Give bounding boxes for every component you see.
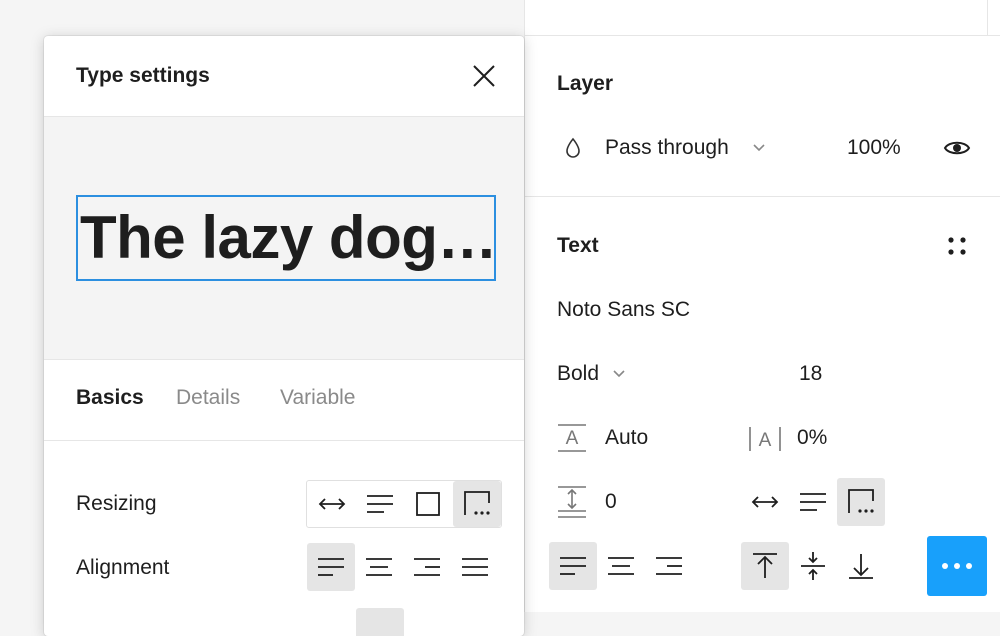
auto-width-icon[interactable] bbox=[309, 481, 355, 527]
align-justify-icon[interactable] bbox=[451, 543, 499, 591]
chevron-down-icon[interactable] bbox=[751, 140, 767, 156]
fixed-size-icon[interactable] bbox=[405, 481, 451, 527]
drop-icon[interactable] bbox=[561, 136, 585, 160]
align-bottom-icon[interactable] bbox=[837, 542, 885, 590]
auto-height-icon[interactable] bbox=[795, 484, 831, 520]
tab-details[interactable]: Details bbox=[176, 386, 240, 410]
font-family-select[interactable]: Noto Sans SC bbox=[557, 298, 690, 322]
align-middle-icon[interactable] bbox=[789, 542, 837, 590]
type-preview-area: The lazy dog… bbox=[44, 116, 524, 360]
align-center-icon[interactable] bbox=[597, 542, 645, 590]
line-height-icon: A bbox=[555, 422, 589, 454]
align-right-icon[interactable] bbox=[645, 542, 693, 590]
properties-panel: Layer Pass through 100% Text Noto Sans S… bbox=[524, 0, 1000, 612]
type-settings-dialog: Type settings The lazy dog… Basics Detai… bbox=[44, 36, 524, 636]
four-dots-icon[interactable] bbox=[943, 232, 971, 260]
layer-opacity-value[interactable]: 100% bbox=[847, 136, 901, 160]
align-left-icon[interactable] bbox=[307, 543, 355, 591]
tabs-divider bbox=[44, 440, 524, 441]
panel-divider bbox=[525, 196, 1000, 197]
type-preview-text: The lazy dog… bbox=[76, 195, 496, 281]
line-height-input[interactable]: Auto bbox=[605, 426, 648, 450]
align-top-icon[interactable] bbox=[741, 542, 789, 590]
panel-divider bbox=[525, 35, 1000, 36]
paragraph-spacing-icon bbox=[555, 484, 589, 520]
letter-spacing-input[interactable]: 0% bbox=[797, 426, 827, 450]
alignment-label: Alignment bbox=[76, 556, 170, 579]
auto-height-icon[interactable] bbox=[357, 481, 403, 527]
toolbar-divider bbox=[987, 0, 988, 36]
font-size-input[interactable]: 18 bbox=[799, 362, 822, 386]
dialog-title: Type settings bbox=[76, 64, 210, 87]
ellipsis-icon bbox=[940, 557, 974, 575]
truncate-text-icon[interactable] bbox=[453, 481, 501, 527]
type-settings-button[interactable] bbox=[927, 536, 987, 596]
font-weight-select[interactable]: Bold bbox=[557, 362, 599, 386]
paragraph-spacing-input[interactable]: 0 bbox=[605, 490, 617, 514]
align-left-icon[interactable] bbox=[549, 542, 597, 590]
align-right-icon[interactable] bbox=[403, 543, 451, 591]
align-center-icon[interactable] bbox=[355, 543, 403, 591]
eye-icon[interactable] bbox=[941, 134, 973, 162]
svg-text:A: A bbox=[759, 430, 772, 451]
partial-button[interactable] bbox=[356, 608, 404, 636]
letter-spacing-icon: A bbox=[745, 422, 785, 454]
layer-section-title: Layer bbox=[557, 72, 614, 95]
resizing-button-group bbox=[306, 480, 502, 528]
truncate-text-icon[interactable] bbox=[837, 478, 885, 526]
blend-mode-select[interactable]: Pass through bbox=[605, 136, 729, 160]
chevron-down-icon[interactable] bbox=[611, 366, 627, 382]
svg-text:A: A bbox=[566, 428, 579, 449]
text-section-title: Text bbox=[557, 234, 599, 257]
resizing-label: Resizing bbox=[76, 492, 157, 515]
auto-width-icon[interactable] bbox=[747, 484, 783, 520]
tab-basics[interactable]: Basics bbox=[76, 386, 144, 410]
close-icon[interactable] bbox=[468, 60, 500, 92]
tab-variable[interactable]: Variable bbox=[280, 386, 356, 410]
